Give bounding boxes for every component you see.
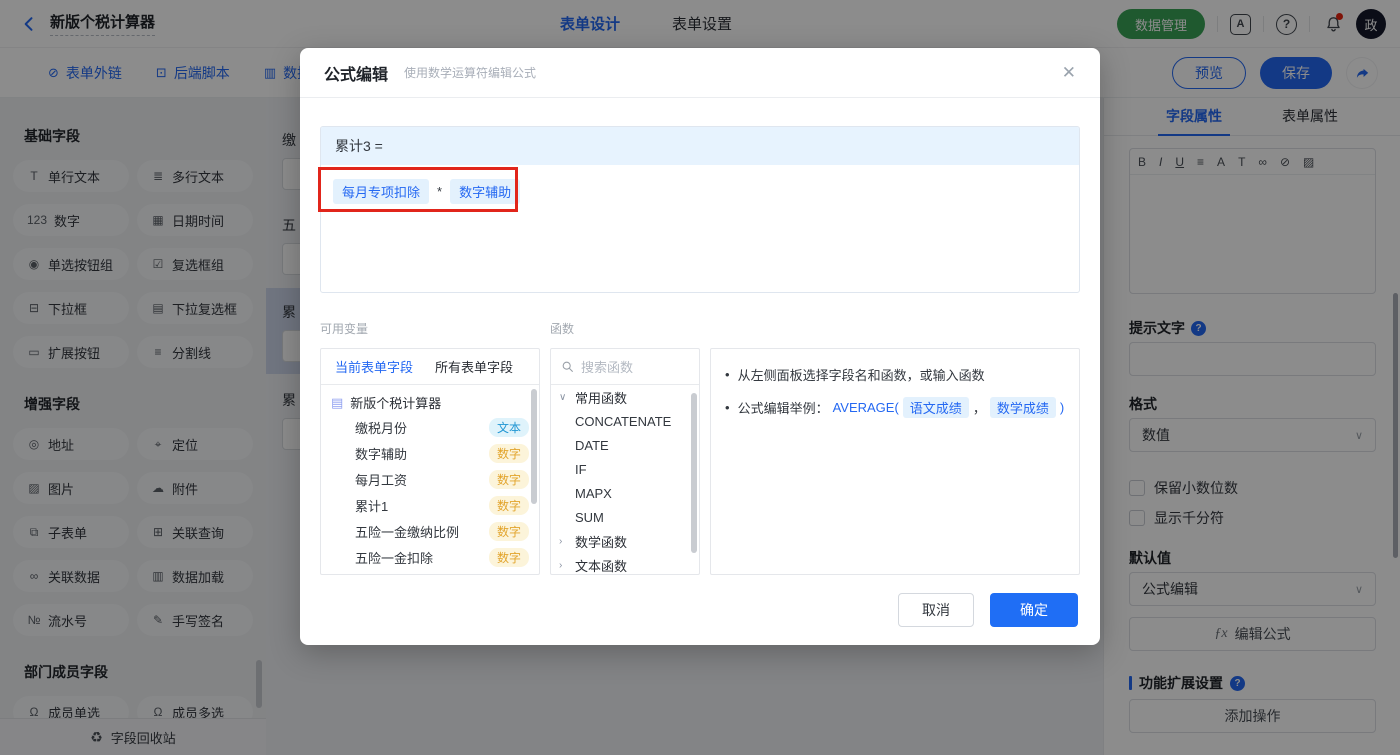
formula-expression[interactable]: 每月专项扣除 * 数字辅助 xyxy=(321,165,1079,218)
function-item-SUM[interactable]: SUM xyxy=(551,505,699,529)
close-icon[interactable]: ✕ xyxy=(1062,64,1076,81)
hint-line: • 从左侧面板选择字段名和函数，或输入函数 xyxy=(725,367,985,383)
function-group-label: 数学函数 xyxy=(575,534,628,550)
example-variable-chip: 数学成绩 xyxy=(989,397,1056,418)
variable-name: 每月工资 xyxy=(355,472,408,488)
function-group-label: 常用函数 xyxy=(575,390,628,406)
function-item-IF[interactable]: IF xyxy=(551,457,699,481)
variable-item-五险一金缴纳比例[interactable]: 五险一金缴纳比例 数字 xyxy=(321,518,539,544)
modal-header: 公式编辑 使用数学运算符编辑公式 ✕ xyxy=(300,48,1100,98)
type-badge: 数字 xyxy=(488,521,529,541)
variables-scrollbar[interactable] xyxy=(531,389,537,504)
bullet-icon: • xyxy=(725,367,730,382)
confirm-button[interactable]: 确定 xyxy=(990,593,1078,627)
function-group-常用函数[interactable]: ∨ 常用函数 xyxy=(551,385,699,409)
chevron-right-icon: › xyxy=(559,535,563,547)
formula-variable-chip[interactable]: 每月专项扣除 xyxy=(333,179,430,204)
type-badge: 数字 xyxy=(488,547,529,567)
formula-input-area[interactable]: 累计3 = 每月专项扣除 * 数字辅助 xyxy=(320,126,1080,293)
type-badge: 文本 xyxy=(488,417,529,437)
function-item-CONCATENATE[interactable]: CONCATENATE xyxy=(551,409,699,433)
search-placeholder: 搜索函数 xyxy=(581,360,634,375)
variables-tabs: 当前表单字段 所有表单字段 xyxy=(321,349,539,385)
formula-operator: * xyxy=(437,184,443,199)
formula-editor-modal: 公式编辑 使用数学运算符编辑公式 ✕ 累计3 = 每月专项扣除 * 数字辅助 可… xyxy=(300,48,1100,645)
modal-subtitle: 使用数学运算符编辑公式 xyxy=(404,66,537,80)
formula-hints-panel: • 从左侧面板选择字段名和函数，或输入函数 • 公式编辑举例： AVERAGE( … xyxy=(710,348,1080,575)
chevron-right-icon: › xyxy=(559,559,563,571)
variable-name: 累计1 xyxy=(355,498,389,514)
variable-item-数字辅助[interactable]: 数字辅助 数字 xyxy=(321,440,539,466)
variable-name: 缴税月份 xyxy=(355,420,408,436)
variable-item-缴税月份[interactable]: 缴税月份 文本 xyxy=(321,414,539,440)
hint-example-line: • 公式编辑举例： AVERAGE( 语文成绩 ， 数学成绩 ) xyxy=(725,397,1065,418)
formula-target: 累计3 = xyxy=(321,127,1079,165)
variable-item-每月工资[interactable]: 每月工资 数字 xyxy=(321,466,539,492)
type-badge: 数字 xyxy=(488,495,529,515)
function-group-数学函数[interactable]: › 数学函数 xyxy=(551,529,699,553)
variable-item-累计1[interactable]: 累计1 数字 xyxy=(321,492,539,518)
search-icon xyxy=(562,361,573,372)
variables-caption: 可用变量 xyxy=(320,322,369,336)
variables-tab-所有表单字段[interactable]: 所有表单字段 xyxy=(435,357,513,376)
chevron-down-icon: ∨ xyxy=(559,391,567,403)
form-tree-root[interactable]: ▤ 新版个税计算器 xyxy=(321,385,539,414)
function-group-文本函数[interactable]: › 文本函数 xyxy=(551,553,699,574)
cancel-button[interactable]: 取消 xyxy=(898,593,974,627)
function-search[interactable]: 搜索函数 xyxy=(551,349,699,385)
function-item-MAPX[interactable]: MAPX xyxy=(551,481,699,505)
example-variable-chip: 语文成绩 xyxy=(902,397,969,418)
functions-caption: 函数 xyxy=(550,322,575,336)
variables-tab-当前表单字段[interactable]: 当前表单字段 xyxy=(335,357,413,376)
function-group-label: 文本函数 xyxy=(575,558,628,574)
variable-item-五险一金扣除[interactable]: 五险一金扣除 数字 xyxy=(321,544,539,570)
formula-variable-chip[interactable]: 数字辅助 xyxy=(450,179,521,204)
variable-name: 数字辅助 xyxy=(355,446,408,462)
functions-panel: 搜索函数 ∨ 常用函数 CONCATENATE DATE IF MAPX SUM › 数学函数 ›… xyxy=(550,348,700,575)
type-badge: 数字 xyxy=(488,469,529,489)
type-badge: 数字 xyxy=(488,443,529,463)
variable-name: 五险一金缴纳比例 xyxy=(355,524,460,540)
functions-scrollbar[interactable] xyxy=(691,393,697,553)
app-root: 新版个税计算器 表单设计表单设置 数据管理 A ? 政 ⊘表单外链⊡后端脚本▥数… xyxy=(0,0,1400,755)
document-icon: ▤ xyxy=(331,394,344,410)
modal-title: 公式编辑 xyxy=(324,66,389,84)
variable-name: 五险一金扣除 xyxy=(355,550,434,566)
variables-panel: 当前表单字段 所有表单字段 ▤ 新版个税计算器 缴税月份 文本 数字辅助 数字 每月工资数… xyxy=(320,348,540,575)
bullet-icon: • xyxy=(725,400,730,415)
function-item-DATE[interactable]: DATE xyxy=(551,433,699,457)
